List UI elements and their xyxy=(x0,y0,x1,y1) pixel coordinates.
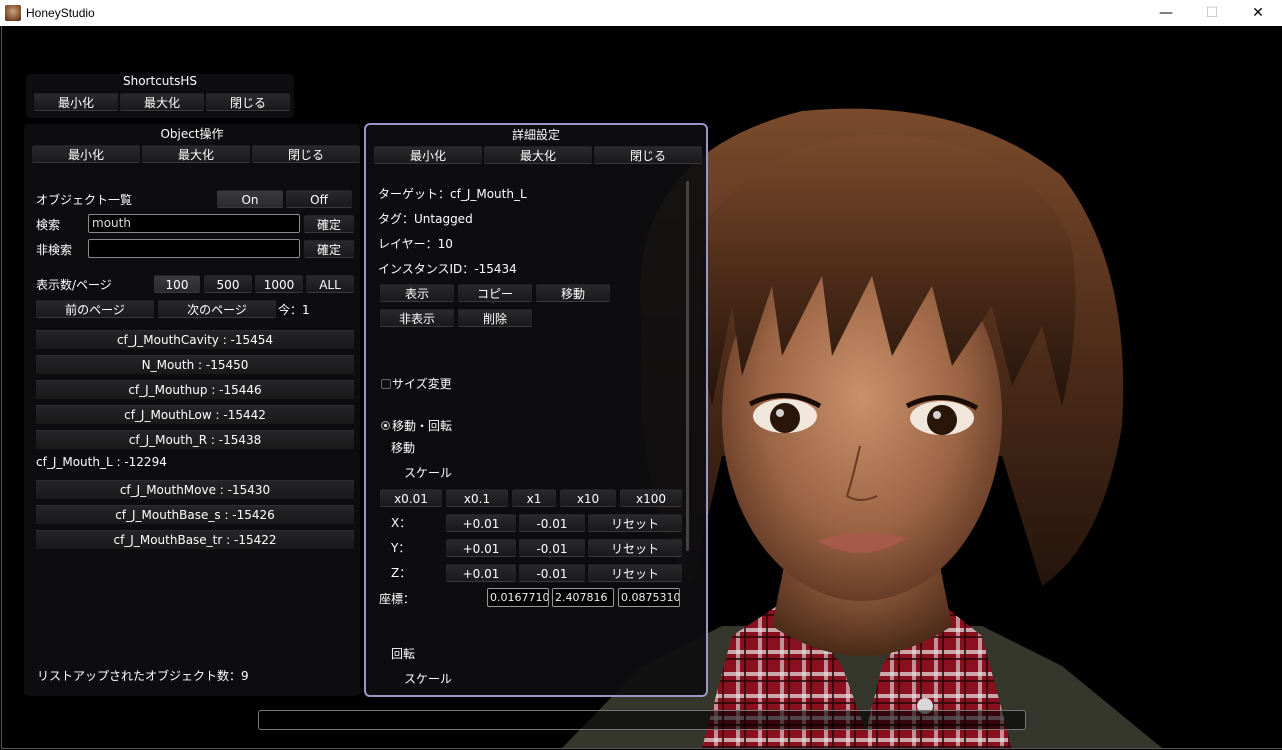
detail-panel: 詳細設定 最小化 最大化 閉じる ターゲット：cf_J_Mouth_L タグ：U… xyxy=(364,123,708,697)
list-item[interactable]: cf_J_Mouthup : -15446 xyxy=(36,380,354,399)
studio-viewport[interactable]: ShortcutsHS 最小化 最大化 閉じる Object操作 最小化 最大化… xyxy=(1,26,1282,749)
detail-minimize-button[interactable]: 最小化 xyxy=(374,146,482,164)
detail-close-button[interactable]: 閉じる xyxy=(594,146,702,164)
multiplier-x1-button[interactable]: x1 xyxy=(512,489,556,507)
detail-panel-title: 詳細設定 xyxy=(511,128,560,142)
search-label: 検索 xyxy=(36,218,61,232)
axis-x-plus-button[interactable]: +0.01 xyxy=(446,514,516,532)
scale-section-label: スケール xyxy=(404,466,453,480)
list-item[interactable]: cf_J_MouthCavity : -15454 xyxy=(36,330,354,349)
move-rotate-label: 移動・回転 xyxy=(392,419,453,433)
scale-section-label-2: スケール xyxy=(404,672,453,686)
shortcuts-minimize-button[interactable]: 最小化 xyxy=(34,93,118,111)
resize-checkbox[interactable] xyxy=(381,379,391,389)
minimize-window-button[interactable]: — xyxy=(1143,0,1189,26)
delete-button[interactable]: 削除 xyxy=(458,309,532,327)
hide-button[interactable]: 非表示 xyxy=(380,309,454,327)
per-page-label: 表示数/ページ xyxy=(36,278,112,292)
object-panel: Object操作 最小化 最大化 閉じる オブジェクト一覧 On Off 検索 … xyxy=(24,124,360,696)
axis-z-reset-button[interactable]: リセット xyxy=(588,564,682,582)
rotate-section-label: 回転 xyxy=(391,647,416,661)
prev-page-button[interactable]: 前のページ xyxy=(36,300,154,318)
move-button[interactable]: 移動 xyxy=(536,284,610,302)
object-count-label: リストアップされたオブジェクト数：9 xyxy=(37,669,249,683)
search-input[interactable]: mouth xyxy=(88,214,300,233)
copy-button[interactable]: コピー xyxy=(458,284,532,302)
shortcuts-panel: ShortcutsHS 最小化 最大化 閉じる xyxy=(26,74,294,118)
layer-label: レイヤー：10 xyxy=(378,237,453,251)
show-button[interactable]: 表示 xyxy=(380,284,454,302)
axis-z-plus-button[interactable]: +0.01 xyxy=(446,564,516,582)
close-window-button[interactable]: ✕ xyxy=(1235,0,1281,26)
multiplier-x10-button[interactable]: x10 xyxy=(560,489,616,507)
window-title: HoneyStudio xyxy=(26,6,95,20)
axis-x-label: X： xyxy=(391,516,412,530)
list-item[interactable]: cf_J_Mouth_R : -15438 xyxy=(36,430,354,449)
current-page-label: 今：1 xyxy=(278,303,310,317)
maximize-window-button[interactable]: ☐ xyxy=(1189,0,1235,26)
axis-x-minus-button[interactable]: -0.01 xyxy=(519,514,585,532)
axis-y-minus-button[interactable]: -0.01 xyxy=(519,539,585,557)
axis-z-minus-button[interactable]: -0.01 xyxy=(519,564,585,582)
title-bar: HoneyStudio — ☐ ✕ xyxy=(0,0,1282,26)
next-page-button[interactable]: 次のページ xyxy=(158,300,276,318)
list-item[interactable]: cf_J_MouthLow : -15442 xyxy=(36,405,354,424)
move-rotate-radio[interactable] xyxy=(381,421,390,430)
list-item[interactable]: cf_J_MouthBase_tr : -15422 xyxy=(36,530,354,549)
tag-label: タグ：Untagged xyxy=(378,212,473,226)
axis-y-label: Y： xyxy=(391,541,411,555)
object-list-on-button[interactable]: On xyxy=(217,190,283,208)
per-page-100-button[interactable]: 100 xyxy=(154,275,200,293)
search-confirm-button[interactable]: 確定 xyxy=(304,215,354,233)
detail-scrollbar[interactable] xyxy=(686,181,689,551)
object-panel-title: Object操作 xyxy=(160,127,224,141)
detail-maximize-button[interactable]: 最大化 xyxy=(484,146,592,164)
coord-label: 座標： xyxy=(379,592,416,606)
shortcuts-panel-title: ShortcutsHS xyxy=(122,74,197,88)
resize-label: サイズ変更 xyxy=(392,377,452,391)
app-icon xyxy=(5,5,21,21)
multiplier-x0.01-button[interactable]: x0.01 xyxy=(380,489,442,507)
list-item-selected[interactable]: cf_J_Mouth_L : -12294 xyxy=(36,455,167,469)
coord-y-field[interactable]: 2.407816 xyxy=(552,588,614,607)
per-page-all-button[interactable]: ALL xyxy=(306,275,354,293)
move-section-label: 移動 xyxy=(391,441,416,455)
object-list-label: オブジェクト一覧 xyxy=(36,193,133,207)
shortcuts-close-button[interactable]: 閉じる xyxy=(206,93,290,111)
object-minimize-button[interactable]: 最小化 xyxy=(32,145,140,163)
multiplier-x0.1-button[interactable]: x0.1 xyxy=(446,489,508,507)
exclude-label: 非検索 xyxy=(36,243,73,257)
list-item[interactable]: cf_J_MouthMove : -15430 xyxy=(36,480,354,499)
object-list-off-button[interactable]: Off xyxy=(286,190,352,208)
per-page-1000-button[interactable]: 1000 xyxy=(255,275,303,293)
target-label: ターゲット：cf_J_Mouth_L xyxy=(378,187,527,201)
object-maximize-button[interactable]: 最大化 xyxy=(142,145,250,163)
axis-y-plus-button[interactable]: +0.01 xyxy=(446,539,516,557)
axis-x-reset-button[interactable]: リセット xyxy=(588,514,682,532)
axis-y-reset-button[interactable]: リセット xyxy=(588,539,682,557)
multiplier-x100-button[interactable]: x100 xyxy=(620,489,682,507)
list-item[interactable]: cf_J_MouthBase_s : -15426 xyxy=(36,505,354,524)
coord-z-field[interactable]: 0.0875310 xyxy=(618,588,680,607)
exclude-confirm-button[interactable]: 確定 xyxy=(304,240,354,258)
shortcuts-maximize-button[interactable]: 最大化 xyxy=(120,93,204,111)
coord-x-field[interactable]: 0.0167710 xyxy=(487,588,549,607)
exclude-input[interactable] xyxy=(88,239,300,258)
per-page-500-button[interactable]: 500 xyxy=(204,275,252,293)
axis-z-label: Z： xyxy=(391,566,412,580)
list-item[interactable]: N_Mouth : -15450 xyxy=(36,355,354,374)
object-close-button[interactable]: 閉じる xyxy=(252,145,360,163)
bottom-input-bar[interactable] xyxy=(258,710,1026,730)
instance-id-label: インスタンスID：-15434 xyxy=(378,262,517,276)
